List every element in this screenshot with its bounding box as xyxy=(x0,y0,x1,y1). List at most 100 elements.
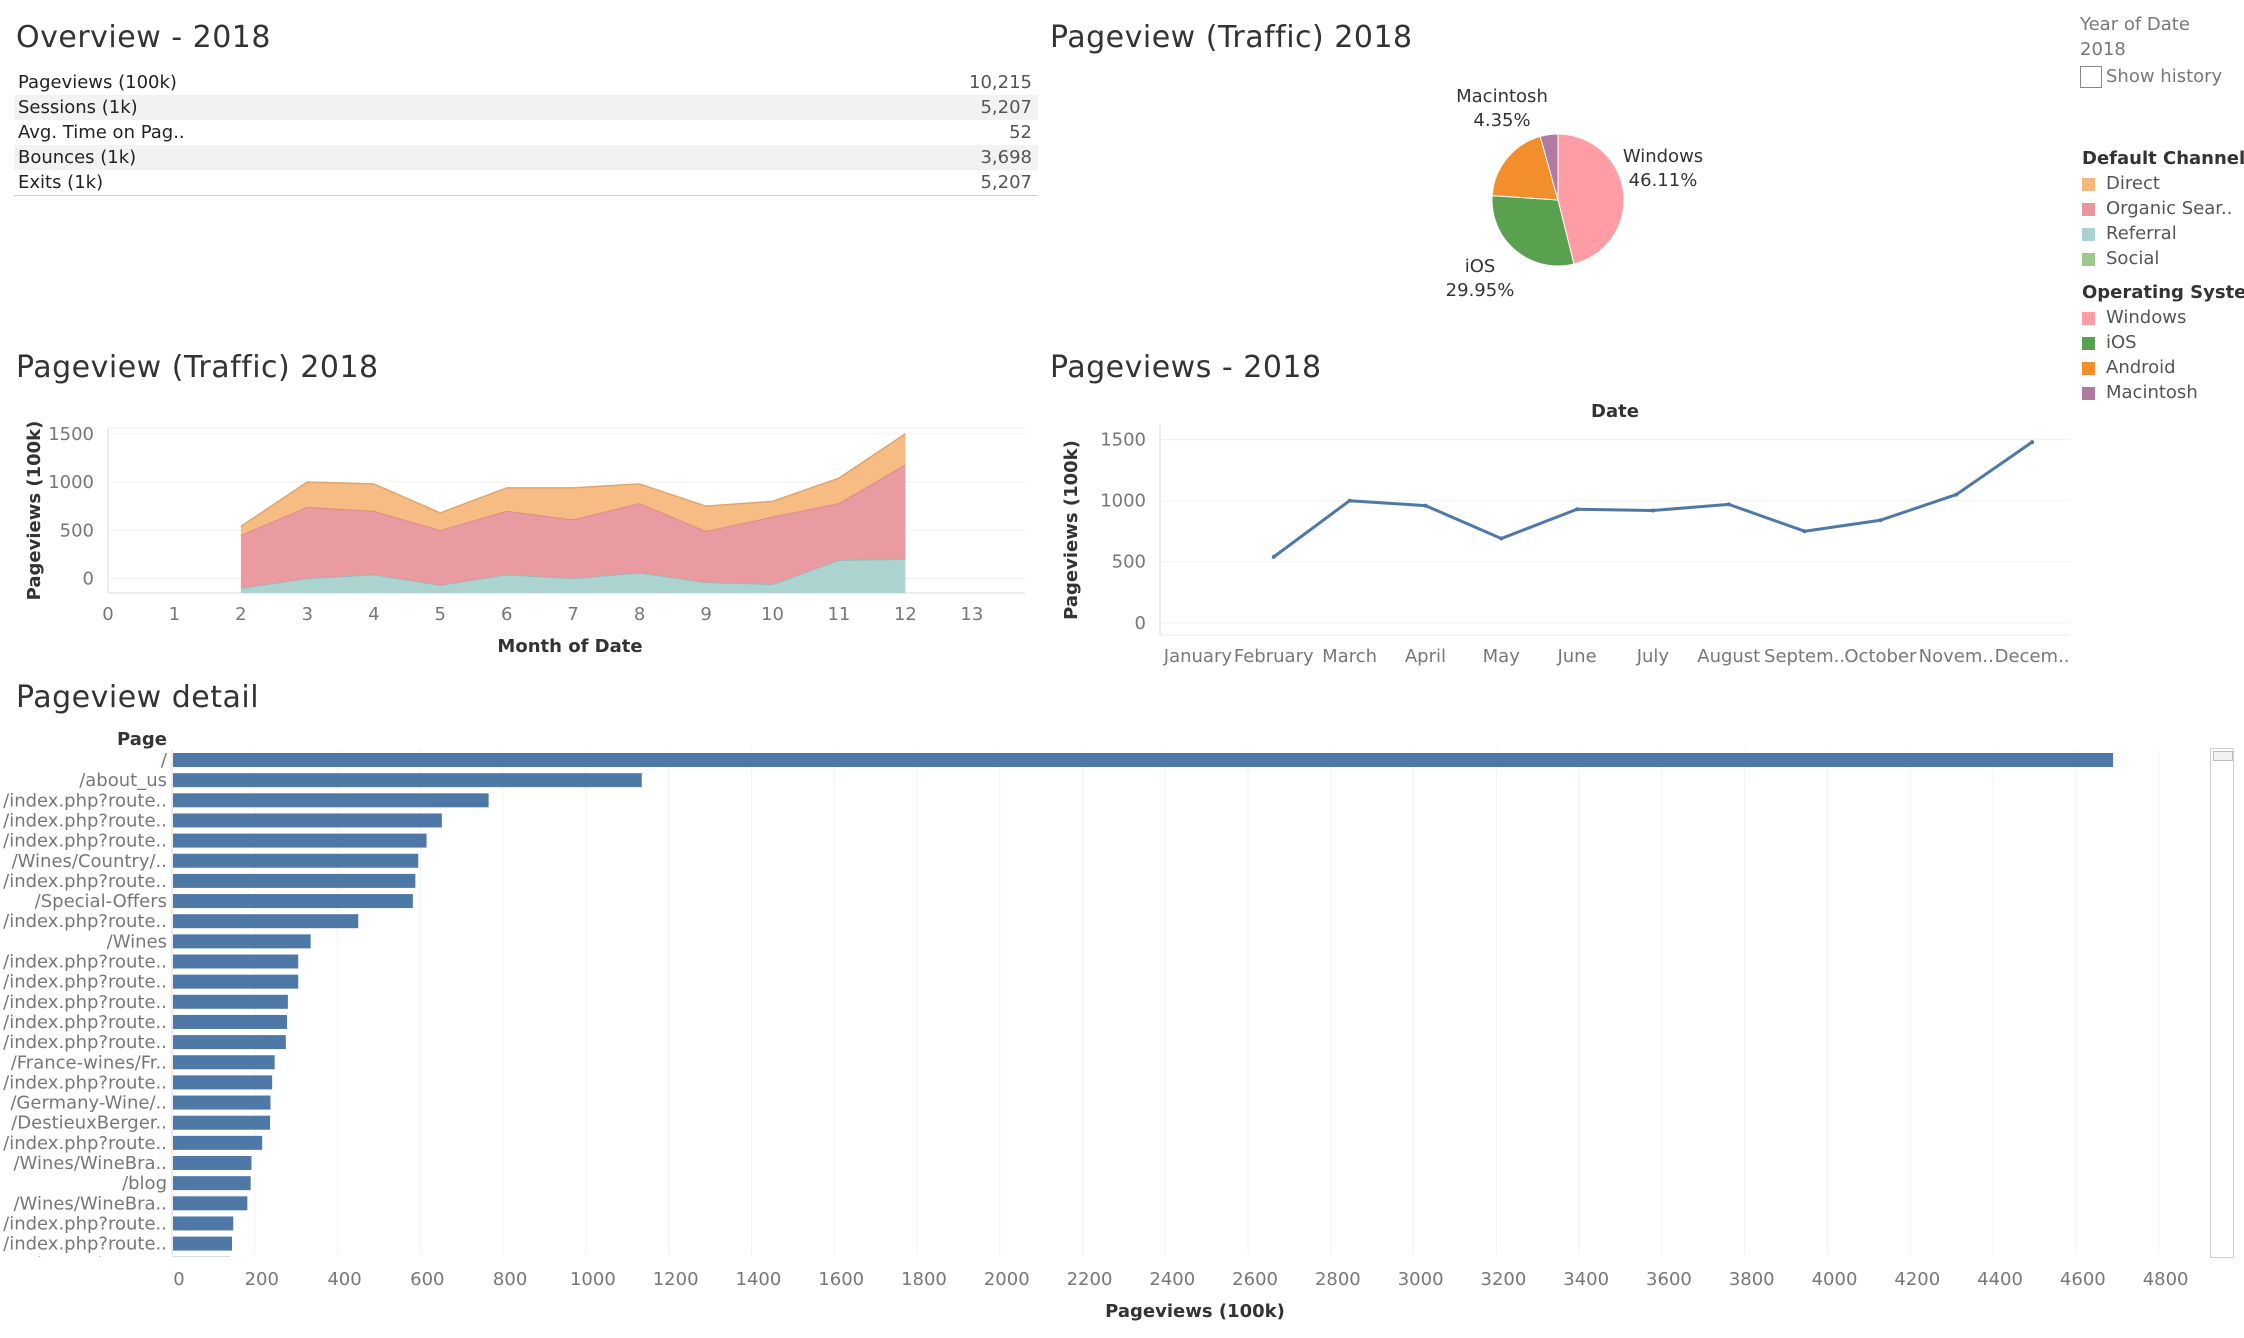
show-history-label: Show history xyxy=(2106,66,2223,87)
line-point[interactable] xyxy=(1650,508,1655,513)
bar[interactable] xyxy=(173,894,413,909)
bar-x-tick-label: 800 xyxy=(493,1269,527,1290)
area-x-tick-label: 7 xyxy=(567,604,578,625)
bar[interactable] xyxy=(173,1095,271,1110)
bar[interactable] xyxy=(173,994,288,1009)
legend-swatch xyxy=(2082,203,2095,216)
bar-category-label: /Wines/WineBra.. xyxy=(13,1193,167,1214)
line-x-tick-label: Novem.. xyxy=(1919,646,1994,667)
line-point[interactable] xyxy=(1499,536,1504,541)
bar-category-label: /index.php?route.. xyxy=(3,810,167,831)
bar[interactable] xyxy=(173,1075,273,1090)
area-x-tick-label: 5 xyxy=(435,604,446,625)
bar-chart-scrollbar[interactable] xyxy=(2210,748,2234,1258)
overview-title: Overview - 2018 xyxy=(16,20,271,55)
bar[interactable] xyxy=(173,1055,275,1070)
bar[interactable] xyxy=(173,1035,286,1050)
bar[interactable] xyxy=(173,1176,251,1191)
bar[interactable] xyxy=(173,793,489,808)
pie-label-macintosh: Macintosh 4.35% xyxy=(1456,86,1548,131)
bar[interactable] xyxy=(173,1135,263,1150)
line-point[interactable] xyxy=(1802,529,1807,534)
bar[interactable] xyxy=(173,1156,252,1170)
legend-label: Macintosh xyxy=(2106,382,2198,403)
legend-swatch xyxy=(2082,312,2095,325)
bar-category-label: /DestieuxBerger.. xyxy=(11,1113,167,1134)
bar[interactable] xyxy=(173,1236,233,1251)
bar-x-tick-label: 2800 xyxy=(1315,1269,1361,1290)
bar[interactable] xyxy=(173,1216,234,1231)
show-history-toggle[interactable]: Show history xyxy=(2080,66,2240,90)
line-x-tick-label: March xyxy=(1322,646,1377,667)
year-filter-value: 2018 xyxy=(2080,39,2126,60)
bar[interactable] xyxy=(173,873,416,888)
line-point[interactable] xyxy=(1271,554,1276,559)
overview-row: Avg. Time on Pag.. 52 xyxy=(14,120,1038,145)
bar-chart: Page 0 200 400 600 800 1000 1200 1400 1600 1800 200… xyxy=(3,729,2188,1322)
line-x-tick-label: October xyxy=(1844,646,1917,667)
bar-x-tick-label: 200 xyxy=(245,1269,279,1290)
bar[interactable] xyxy=(173,914,359,929)
area-x-tick-label: 11 xyxy=(827,604,850,625)
os-legend-title: Operating Syste.. xyxy=(2082,282,2244,303)
area-x-tick-label: 6 xyxy=(501,604,512,625)
overview-metric-label: Avg. Time on Pag.. xyxy=(18,122,185,143)
area-x-tick-label: 12 xyxy=(894,604,917,625)
area-y-tick-label: 500 xyxy=(60,520,94,541)
overview-row: Pageviews (100k) 10,215 xyxy=(14,70,1038,95)
bar-category-label: /index.php?route.. xyxy=(3,871,167,892)
bar-category-label: /Wines/Country/.. xyxy=(12,851,167,872)
overview-row: Sessions (1k) 5,207 xyxy=(14,95,1038,120)
line-point[interactable] xyxy=(1726,502,1731,507)
line-point[interactable] xyxy=(1954,492,1959,497)
bar[interactable] xyxy=(173,773,642,788)
pie-label-name: Windows xyxy=(1623,146,1703,167)
line-x-tick-label: Septem.. xyxy=(1764,646,1845,667)
line-point[interactable] xyxy=(1575,507,1580,512)
pie-label-percent: 29.95% xyxy=(1446,280,1515,301)
year-filter: Year of Date 2018 Show history xyxy=(2080,14,2240,94)
bar[interactable] xyxy=(173,954,299,969)
bar-category-label: /index.php?route.. xyxy=(3,972,167,993)
show-history-checkbox[interactable] xyxy=(2080,66,2102,88)
line-point[interactable] xyxy=(2030,440,2035,445)
line-series-pageviews[interactable] xyxy=(1272,440,2033,559)
overview-metric-label: Sessions (1k) xyxy=(18,97,138,118)
bar-category-label: / xyxy=(161,750,168,771)
area-y-tick-label: 1500 xyxy=(48,424,94,445)
overview-table: Pageviews (100k) 10,215 Sessions (1k) 5,207… xyxy=(14,70,1038,196)
area-y-tick-label: 0 xyxy=(83,569,94,590)
bar[interactable] xyxy=(173,974,299,989)
bar-category-label: /about_us xyxy=(79,770,167,791)
area-x-tick-label: 2 xyxy=(235,604,246,625)
line-x-tick-label: February xyxy=(1234,646,1314,667)
scrollbar-thumb[interactable] xyxy=(2213,751,2233,761)
bar[interactable] xyxy=(173,833,427,848)
area-chart-title: Pageview (Traffic) 2018 xyxy=(16,350,379,385)
legend-label: Windows xyxy=(2106,307,2187,328)
legend-label: iOS xyxy=(2106,332,2137,353)
bar[interactable] xyxy=(173,853,419,868)
bar-y-axis-title: Page xyxy=(117,729,167,750)
legend-swatch xyxy=(2082,362,2095,375)
bar[interactable] xyxy=(173,813,442,828)
line-point[interactable] xyxy=(1347,498,1352,503)
bar-category-label: /index.php?route.. xyxy=(3,911,167,932)
bar-x-tick-label: 1800 xyxy=(901,1269,947,1290)
bar-x-tick-label: 3600 xyxy=(1646,1269,1692,1290)
bar[interactable] xyxy=(173,934,311,949)
bar-category-label: /index.php?route.. xyxy=(3,1133,167,1154)
overview-metric-value: 5,207 xyxy=(980,172,1032,193)
bar[interactable] xyxy=(173,753,2114,767)
bar[interactable] xyxy=(173,1014,288,1029)
line-x-tick-label: January xyxy=(1163,646,1233,667)
bar[interactable] xyxy=(173,1196,248,1211)
line-point[interactable] xyxy=(1878,518,1883,523)
line-point[interactable] xyxy=(1423,503,1428,508)
bar-category-label: /index.php?route.. xyxy=(3,1213,167,1234)
bar-category-label: /index.php?route.. xyxy=(3,992,167,1013)
bar-category-label: /Wines xyxy=(107,931,167,952)
bar[interactable] xyxy=(173,1115,271,1130)
line-y-tick-label: 1000 xyxy=(1100,491,1146,512)
overview-metric-value: 10,215 xyxy=(969,72,1032,93)
